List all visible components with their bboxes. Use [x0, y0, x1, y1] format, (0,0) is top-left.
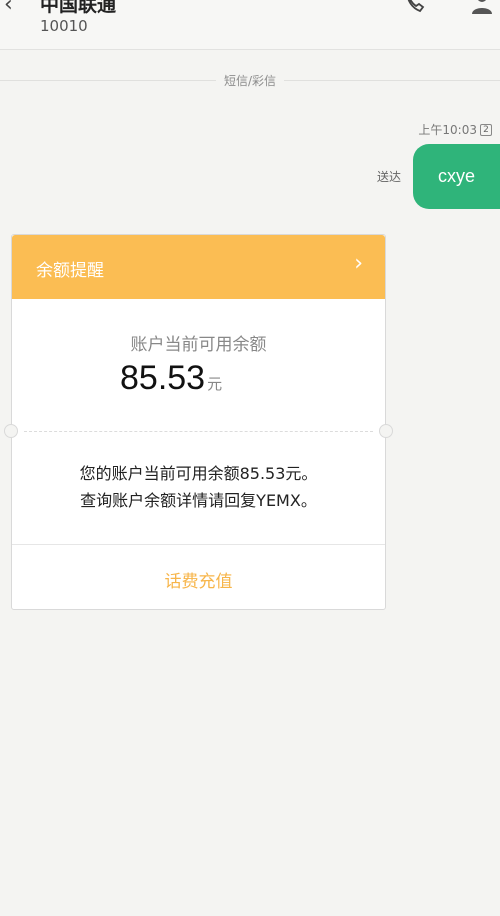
- sent-message-text: cxye: [437, 166, 475, 186]
- sim-card-icon: 2: [480, 123, 492, 136]
- message-timestamp: 上午10:03 2: [418, 121, 492, 138]
- phone-call-icon[interactable]: [404, 0, 428, 14]
- delivery-status: 送达: [377, 170, 402, 184]
- ticket-notch-right: [379, 424, 393, 438]
- conversation-header: ‹ 中国联通 10010: [0, 0, 500, 50]
- card-message-line: 查询账户余额详情请回复YEMX。: [80, 491, 317, 510]
- back-arrow-icon[interactable]: ‹: [4, 0, 13, 16]
- chevron-right-icon[interactable]: ›: [354, 253, 363, 275]
- card-message-body: 您的账户当前可用余额85.53元。 查询账户余额详情请回复YEMX。: [12, 460, 385, 514]
- balance-reminder-card[interactable]: 余额提醒 › 账户当前可用余额 85.53 元 您的账户当前可用余额85.53元…: [4, 234, 393, 610]
- card-footer-divider: [12, 544, 385, 545]
- balance-value: 85.53 元: [120, 359, 222, 398]
- recharge-button[interactable]: 话费充值: [12, 567, 385, 592]
- contact-number: 10010: [40, 17, 88, 35]
- balance-label: 账户当前可用余额: [130, 335, 267, 355]
- balance-unit: 元: [207, 375, 223, 393]
- message-type-label: 短信/彩信: [0, 72, 500, 89]
- card-header[interactable]: 余额提醒 ›: [12, 235, 385, 299]
- contact-name: 中国联通: [40, 0, 117, 16]
- balance-amount: 85.53: [120, 359, 206, 397]
- contact-profile-icon[interactable]: [470, 0, 494, 14]
- card-message-line: 您的账户当前可用余额85.53元。: [79, 464, 318, 483]
- sent-message-bubble[interactable]: cxye: [413, 144, 500, 209]
- ticket-divider: [24, 431, 373, 432]
- card-title: 余额提醒: [36, 261, 104, 281]
- timestamp-text: 上午10:03: [418, 123, 477, 137]
- ticket-notch-left: [4, 424, 18, 438]
